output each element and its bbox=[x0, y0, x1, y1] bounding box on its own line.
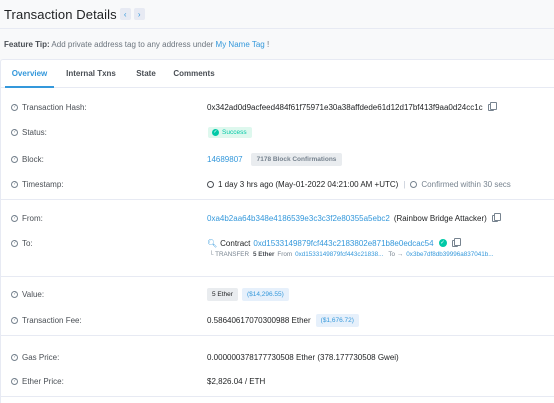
transaction-hash-label: Transaction Hash: bbox=[22, 102, 87, 112]
transfer-to-link[interactable]: 0x3be7df8db39996a837041b... bbox=[406, 251, 493, 258]
tab-bar: Overview Internal Txns State Comments bbox=[1, 60, 554, 88]
next-transaction-button[interactable]: › bbox=[133, 8, 145, 20]
timestamp-label: Timestamp: bbox=[22, 179, 64, 189]
status-label: Status: bbox=[22, 127, 47, 137]
row-token-transfer: └ TRANSFER 5 Ether From 0xd1533149879fcf… bbox=[1, 251, 554, 263]
page-title: Transaction Details bbox=[4, 6, 117, 22]
to-contract-prefix: Contract bbox=[220, 238, 251, 248]
row-value: ? Value: 5 Ether ($14,296.55) bbox=[1, 287, 554, 301]
transfer-to-label: To bbox=[388, 251, 395, 258]
copy-icon[interactable] bbox=[487, 101, 497, 111]
row-block: ? Block: 14689807 7178 Block Confirmations bbox=[1, 152, 554, 166]
value-usd-badge: ($14,296.55) bbox=[241, 287, 289, 301]
feature-tip: Feature Tip: Add private address tag to … bbox=[4, 40, 269, 49]
section-divider bbox=[1, 276, 554, 277]
tab-comments[interactable]: Comments bbox=[167, 60, 221, 88]
verified-contract-icon: ✓ bbox=[438, 239, 447, 247]
previous-transaction-button[interactable]: ‹ bbox=[119, 8, 131, 20]
section-divider bbox=[1, 335, 554, 336]
help-icon[interactable]: ? bbox=[11, 377, 18, 385]
feature-tip-label: Feature Tip: bbox=[4, 40, 50, 49]
confirmed-within-text: Confirmed within 30 secs bbox=[421, 179, 511, 189]
transfer-from-link[interactable]: 0xd1533149879fcf443c21838... bbox=[295, 251, 383, 258]
value-label: Value: bbox=[22, 289, 45, 299]
search-icon: 🔍︎ bbox=[207, 238, 218, 248]
my-name-tag-link[interactable]: My Name Tag bbox=[216, 40, 265, 49]
tab-internal-txns[interactable]: Internal Txns bbox=[61, 60, 121, 88]
help-icon[interactable]: ? bbox=[11, 316, 18, 324]
timestamp-value: 1 day 3 hrs ago (May-01-2022 04:21:00 AM… bbox=[218, 179, 399, 189]
to-label: To: bbox=[22, 238, 33, 248]
help-icon[interactable]: ? bbox=[11, 103, 18, 111]
block-number-link[interactable]: 14689807 bbox=[207, 155, 243, 164]
check-circle-icon: ✓ bbox=[212, 128, 219, 136]
gas-price-value: 0.000000378177730508 Ether (378.17773050… bbox=[207, 352, 399, 362]
row-transaction-hash: ? Transaction Hash: 0x342ad0d9acfeed484f6… bbox=[1, 100, 554, 114]
page-header: Transaction Details ‹ › bbox=[4, 5, 145, 23]
transfer-from-label: From bbox=[277, 251, 293, 258]
from-label: From: bbox=[22, 213, 43, 223]
copy-icon[interactable] bbox=[451, 237, 461, 247]
row-timestamp: ? Timestamp: 1 day 3 hrs ago (May-01-2022… bbox=[1, 177, 554, 191]
section-divider bbox=[1, 396, 554, 397]
help-icon[interactable]: ? bbox=[11, 180, 18, 188]
value-ether-badge: 5 Ether bbox=[207, 287, 238, 301]
help-icon[interactable]: ? bbox=[11, 214, 18, 222]
transfer-prefix: └ TRANSFER bbox=[209, 251, 250, 258]
transfer-amount: 5 Ether bbox=[253, 251, 275, 258]
help-icon[interactable]: ? bbox=[11, 290, 18, 298]
tab-overview[interactable]: Overview bbox=[5, 60, 54, 88]
status-badge: ✓ Success bbox=[208, 126, 252, 138]
help-icon[interactable]: ? bbox=[11, 353, 18, 361]
ether-price-value: $2,826.04 / ETH bbox=[207, 376, 266, 386]
block-label: Block: bbox=[22, 154, 44, 164]
arrow-right-icon: → bbox=[397, 251, 404, 258]
status-badge-text: Success bbox=[222, 128, 247, 136]
row-from: ? From: 0xa4b2aa64b348e4186539e3c3c3f2e80… bbox=[1, 211, 554, 225]
transaction-fee-usd-badge: ($1,676.72) bbox=[315, 313, 359, 327]
row-to: ? To: 🔍︎ Contract 0xd1533149879fcf443c21838… bbox=[1, 236, 554, 250]
separator: | bbox=[403, 179, 406, 189]
help-icon[interactable]: ? bbox=[11, 239, 18, 247]
help-icon[interactable]: ? bbox=[11, 155, 18, 163]
copy-icon[interactable] bbox=[491, 212, 501, 222]
feature-tip-text: Add private address tag to any address u… bbox=[51, 40, 214, 49]
row-transaction-fee: ? Transaction Fee: 0.58640617070300988 Et… bbox=[1, 313, 554, 327]
row-ether-price: ? Ether Price: $2,826.04 / ETH bbox=[1, 374, 554, 388]
tab-state[interactable]: State bbox=[129, 60, 163, 88]
transaction-card: Overview Internal Txns State Comments ? T… bbox=[0, 59, 554, 403]
ether-price-label: Ether Price: bbox=[22, 376, 64, 386]
transaction-fee-ether: 0.58640617070300988 Ether bbox=[207, 315, 311, 325]
clock-icon bbox=[410, 180, 418, 188]
from-address-link[interactable]: 0xa4b2aa64b348e4186539e3c3c3f2e80355a5eb… bbox=[207, 214, 390, 223]
row-status: ? Status: ✓ Success bbox=[1, 125, 554, 139]
clock-icon bbox=[207, 180, 214, 188]
block-confirmations-badge: 7178 Block Confirmations bbox=[250, 152, 343, 166]
gas-price-label: Gas Price: bbox=[22, 352, 60, 362]
feature-tip-suffix: ! bbox=[266, 40, 270, 49]
transaction-hash-value: 0x342ad0d9acfeed484f61f75971e30a38affded… bbox=[207, 102, 483, 112]
header-divider bbox=[0, 28, 554, 29]
transaction-fee-label: Transaction Fee: bbox=[22, 315, 82, 325]
help-icon[interactable]: ? bbox=[11, 128, 18, 136]
row-gas-price: ? Gas Price: 0.000000378177730508 Ether (… bbox=[1, 350, 554, 364]
to-contract-address-link[interactable]: 0xd1533149879fcf443c2183802e871b8e0edcac… bbox=[253, 239, 433, 248]
from-address-tag: (Rainbow Bridge Attacker) bbox=[393, 213, 487, 223]
section-divider bbox=[1, 199, 554, 200]
